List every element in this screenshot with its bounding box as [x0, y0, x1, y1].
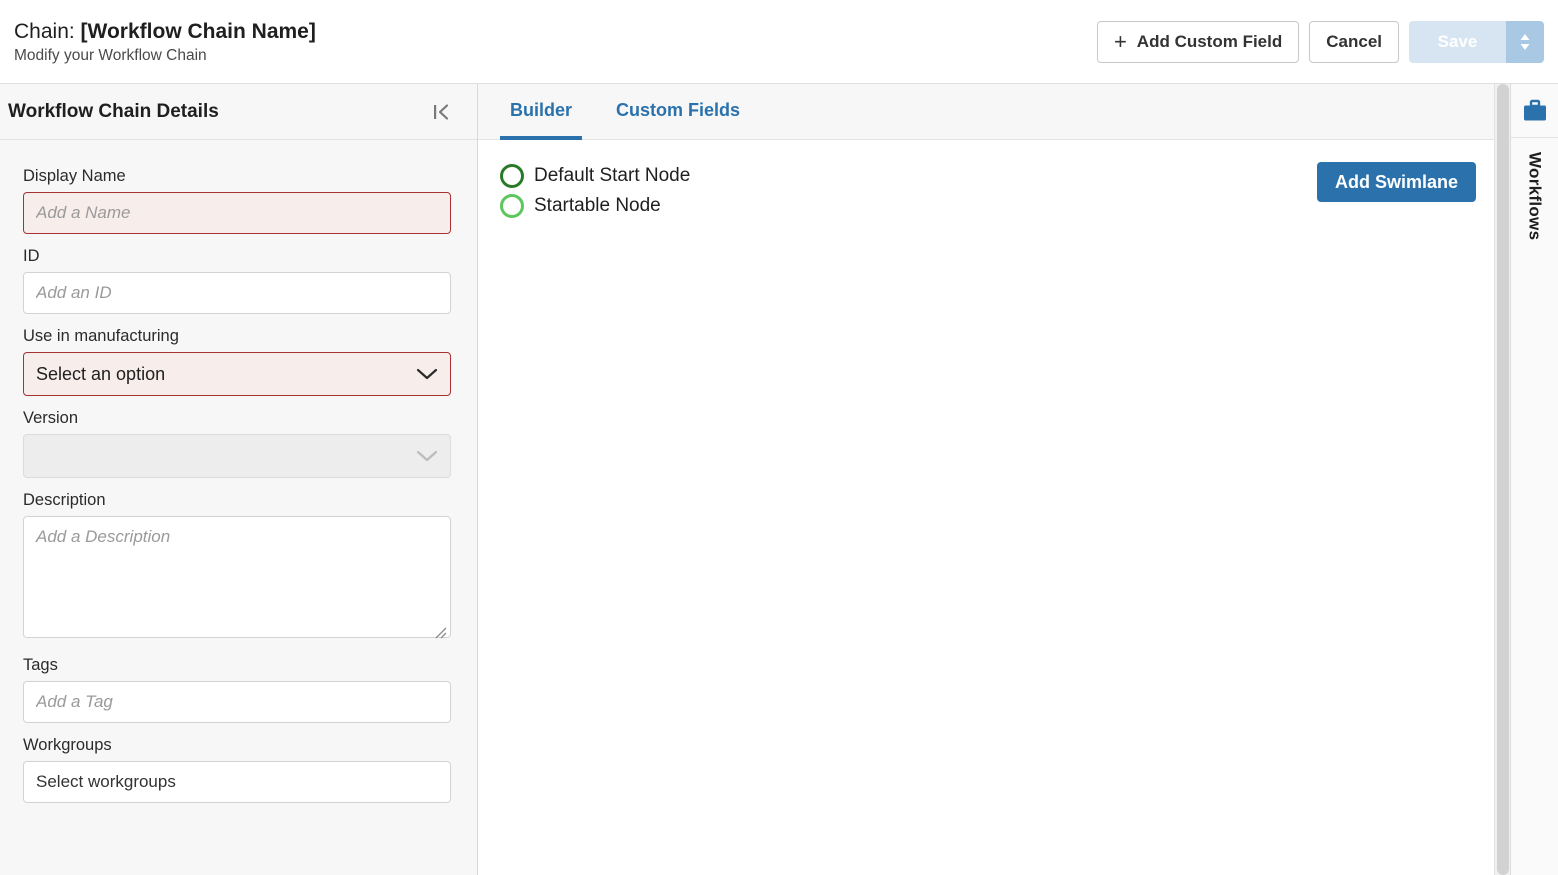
chain-title-name: [Workflow Chain Name] — [80, 19, 316, 43]
field-workgroups: Workgroups Select workgroups — [23, 735, 451, 803]
body-container: Workflow Chain Details Display Name ID — [0, 84, 1558, 875]
display-name-input[interactable] — [23, 192, 451, 234]
chain-title-line: Chain: [Workflow Chain Name] — [14, 19, 316, 44]
tab-bar: Builder Custom Fields — [478, 84, 1494, 140]
chevron-down-icon — [416, 368, 438, 380]
id-input[interactable] — [23, 272, 451, 314]
page-subtitle: Modify your Workflow Chain — [14, 46, 207, 64]
startable-node-icon — [500, 194, 524, 218]
vertical-scrollbar[interactable] — [1494, 84, 1510, 875]
cancel-button[interactable]: Cancel — [1309, 20, 1399, 63]
description-textarea[interactable] — [23, 516, 451, 638]
scrollbar-thumb[interactable] — [1497, 84, 1509, 875]
field-version: Version — [23, 408, 451, 478]
app-root: Chain: [Workflow Chain Name] Modify your… — [0, 0, 1558, 875]
cancel-label: Cancel — [1326, 31, 1382, 51]
add-custom-field-button[interactable]: + Add Custom Field — [1096, 20, 1300, 63]
tab-builder-label: Builder — [510, 100, 573, 120]
collapse-left-icon[interactable] — [429, 98, 455, 126]
field-description: Description — [23, 490, 451, 643]
field-use-in-manufacturing: Use in manufacturing Select an option — [23, 326, 451, 396]
save-label: Save — [1437, 31, 1478, 51]
sidebar-title: Workflow Chain Details — [8, 100, 219, 122]
id-label: ID — [23, 247, 40, 265]
description-label: Description — [23, 491, 106, 509]
add-custom-field-label: Add Custom Field — [1136, 31, 1283, 51]
field-display-name: Display Name — [23, 166, 451, 234]
field-tags: Tags — [23, 655, 451, 723]
legend-item-startable-node: Startable Node — [500, 194, 690, 218]
header-actions: + Add Custom Field Cancel Save — [1096, 20, 1544, 63]
version-label: Version — [23, 409, 79, 427]
briefcase-glyph — [1523, 99, 1546, 120]
save-split-button[interactable]: Save — [1409, 20, 1544, 63]
sidebar-form: Display Name ID Use in manufacturing Sel… — [0, 140, 477, 875]
main-panel: Builder Custom Fields Default Start Node… — [478, 84, 1494, 875]
workflow-chain-details-sidebar: Workflow Chain Details Display Name ID — [0, 84, 478, 875]
use-in-manufacturing-value: Select an option — [36, 363, 166, 384]
workflows-rail-label[interactable]: Workflows — [1525, 152, 1545, 240]
description-wrapper — [23, 516, 451, 643]
legend-item-default-start-node: Default Start Node — [500, 164, 690, 188]
default-start-node-icon — [500, 164, 524, 188]
save-dropdown-toggle[interactable] — [1506, 20, 1544, 63]
node-legend: Default Start Node Startable Node — [500, 164, 690, 218]
sidebar-header: Workflow Chain Details — [0, 84, 477, 140]
chain-title-prefix: Chain: — [14, 19, 81, 43]
version-select — [23, 434, 451, 478]
chevron-down-icon-disabled — [416, 450, 438, 462]
page-title: Chain: [Workflow Chain Name] Modify your… — [14, 19, 316, 65]
workgroups-label: Workgroups — [23, 736, 112, 754]
top-header: Chain: [Workflow Chain Name] Modify your… — [0, 0, 1558, 84]
workgroups-select[interactable]: Select workgroups — [23, 761, 451, 803]
tab-custom-fields[interactable]: Custom Fields — [606, 85, 750, 140]
legend-label-startable-node: Startable Node — [534, 195, 661, 216]
use-in-manufacturing-label: Use in manufacturing — [23, 327, 179, 345]
collapse-left-glyph — [434, 103, 449, 120]
tab-builder[interactable]: Builder — [500, 85, 583, 140]
tab-custom-fields-label: Custom Fields — [616, 100, 741, 120]
chevron-up-down-icon — [1520, 33, 1530, 50]
display-name-label: Display Name — [23, 167, 126, 185]
tags-label: Tags — [23, 656, 58, 674]
tags-input[interactable] — [23, 681, 451, 723]
legend-label-default-start-node: Default Start Node — [534, 165, 691, 186]
workgroups-value: Select workgroups — [36, 772, 176, 791]
field-id: ID — [23, 246, 451, 314]
add-swimlane-label: Add Swimlane — [1334, 171, 1458, 192]
save-button[interactable]: Save — [1409, 20, 1506, 63]
plus-icon: + — [1113, 28, 1127, 54]
builder-canvas: Default Start Node Startable Node Add Sw… — [478, 140, 1494, 875]
add-swimlane-button[interactable]: Add Swimlane — [1316, 162, 1476, 202]
workflows-right-rail: Workflows — [1510, 84, 1558, 875]
use-in-manufacturing-select[interactable]: Select an option — [23, 352, 451, 396]
briefcase-icon[interactable] — [1511, 84, 1558, 138]
